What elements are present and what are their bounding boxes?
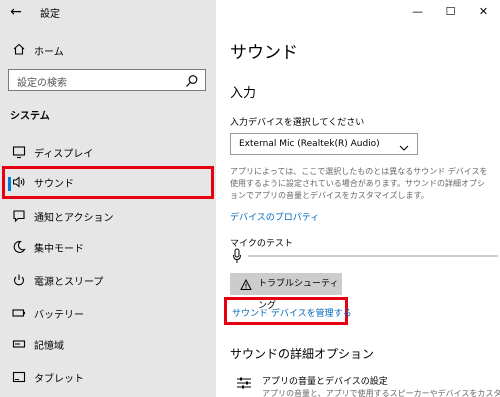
- speaker-icon: [12, 175, 26, 189]
- manage-devices-link[interactable]: サウンド デバイスを管理する: [232, 306, 352, 319]
- sidebar-item-storage[interactable]: 記憶域: [0, 328, 216, 360]
- sidebar-item-label: サウンド: [34, 179, 74, 190]
- sidebar-item-label: 記憶域: [34, 341, 64, 352]
- microphone-icon: [232, 248, 242, 264]
- chevron-down-icon: [399, 138, 409, 151]
- titlebar: ← 設定: [0, 0, 216, 24]
- main-content: — ☐ ✕ サウンド 入力 入力デバイスを選択してください External M…: [216, 0, 500, 397]
- section-header-system: システム: [10, 111, 50, 122]
- input-device-dropdown[interactable]: External Mic (Realtek(R) Audio): [230, 133, 418, 155]
- home-icon: [12, 42, 26, 56]
- storage-icon: [12, 337, 26, 351]
- mic-level-bar: [248, 255, 498, 257]
- sidebar-item-label: バッテリー: [34, 310, 84, 321]
- sliders-icon: [236, 375, 252, 391]
- display-icon: [12, 145, 26, 159]
- sidebar-item-display[interactable]: ディスプレイ: [0, 136, 216, 168]
- input-device-label: 入力デバイスを選択してください: [230, 118, 365, 128]
- sidebar-item-notifications[interactable]: 通知とアクション: [0, 200, 216, 232]
- minimize-button[interactable]: —: [401, 0, 434, 24]
- scrollbar[interactable]: [496, 24, 500, 397]
- sidebar-item-sound[interactable]: サウンド: [2, 166, 214, 199]
- advanced-options-heading: サウンドの詳細オプション: [230, 347, 375, 361]
- moon-icon: [12, 240, 26, 254]
- page-title: サウンド: [230, 43, 298, 63]
- search-input[interactable]: 設定の検索: [8, 69, 206, 91]
- sidebar-item-label: ディスプレイ: [34, 149, 94, 160]
- sidebar-item-focus[interactable]: 集中モード: [0, 231, 216, 263]
- close-button[interactable]: ✕: [467, 0, 500, 24]
- selection-indicator: [8, 177, 11, 191]
- sidebar-item-home[interactable]: ホーム: [0, 38, 216, 60]
- app-title: 設定: [40, 9, 60, 20]
- device-properties-link[interactable]: デバイスのプロパティ: [230, 210, 319, 223]
- sidebar-item-tablet[interactable]: タブレット: [0, 361, 216, 393]
- home-label: ホーム: [34, 47, 64, 58]
- tablet-icon: [12, 370, 26, 384]
- device-description: アプリによっては、ここで選択したものとは異なるサウンド デバイスを使用するように…: [230, 167, 488, 200]
- notification-icon: [12, 209, 26, 223]
- sidebar-item-label: 通知とアクション: [34, 213, 114, 224]
- maximize-button[interactable]: ☐: [434, 0, 467, 24]
- sidebar-item-battery[interactable]: バッテリー: [0, 297, 216, 329]
- app-volume-settings-desc: アプリの音量と、アプリで使用するスピーカーやデバイスをカスタマ: [262, 389, 500, 397]
- selected-device: External Mic (Realtek(R) Audio): [239, 139, 380, 149]
- power-icon: [12, 273, 26, 287]
- manage-devices-highlight: サウンド デバイスを管理する: [224, 297, 352, 325]
- battery-icon: [12, 306, 26, 320]
- troubleshoot-button[interactable]: トラブルシューティング: [230, 273, 342, 311]
- sidebar-item-label: 電源とスリープ: [34, 277, 104, 288]
- window-controls: — ☐ ✕: [401, 0, 500, 24]
- sidebar-item-label: タブレット: [34, 374, 84, 385]
- search-icon[interactable]: [185, 73, 199, 87]
- sidebar-item-power[interactable]: 電源とスリープ: [0, 264, 216, 296]
- back-button[interactable]: ←: [4, 2, 28, 22]
- app-volume-settings-link[interactable]: アプリの音量とデバイスの設定: [262, 374, 388, 387]
- sidebar: ← 設定 ホーム 設定の検索 システム ディスプレイ サウンド 通知とアクション: [0, 0, 216, 397]
- sidebar-item-label: 集中モード: [34, 244, 84, 255]
- warning-icon: [240, 278, 252, 290]
- input-heading: 入力: [230, 86, 257, 101]
- search-placeholder: 設定の検索: [17, 78, 67, 89]
